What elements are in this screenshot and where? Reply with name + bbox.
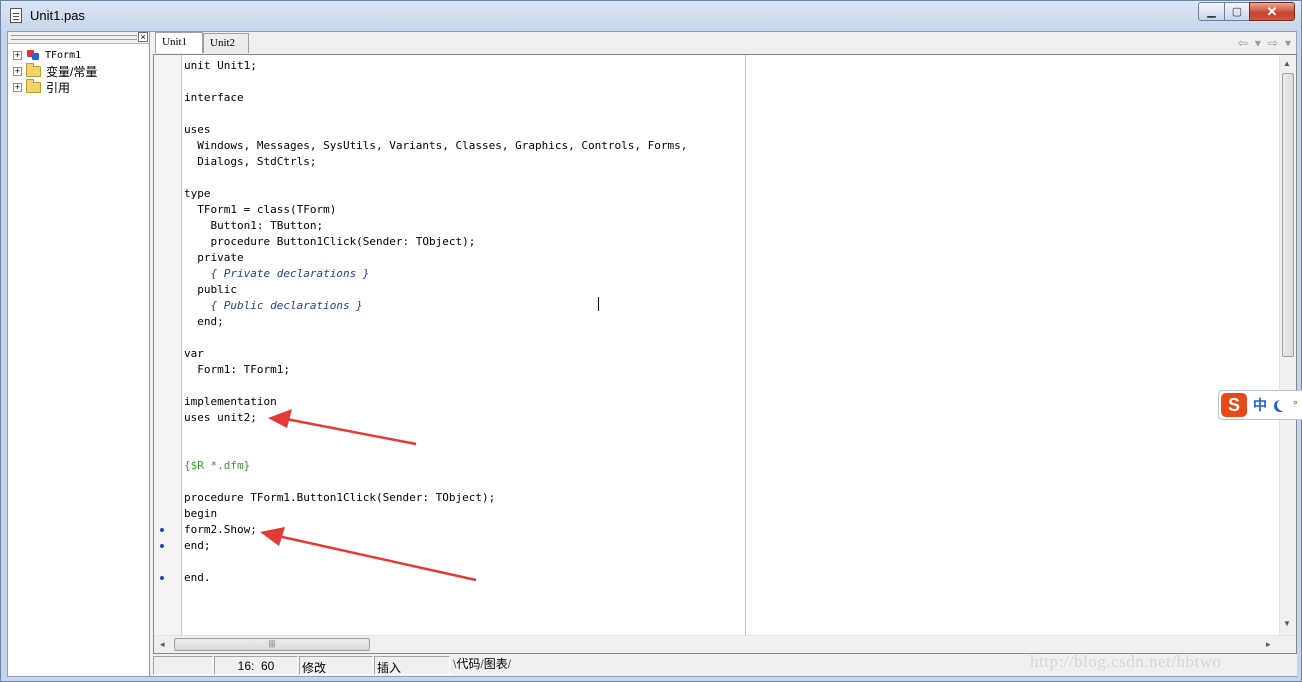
close-button[interactable]: ✕ (1249, 2, 1295, 21)
navigation-arrows: ⇦ ▾ ⇨ ▾ (1231, 36, 1291, 50)
scroll-up-icon[interactable]: ▲ (1283, 59, 1291, 68)
text-caret (598, 297, 599, 311)
code-line[interactable] (184, 106, 687, 122)
modified-indicator: 修改 (299, 656, 373, 675)
tab-diagram[interactable]: 图表 (484, 657, 508, 671)
code-line[interactable]: public (184, 282, 687, 298)
sogou-logo-icon[interactable]: S (1221, 393, 1247, 417)
tree-item-label: TForm1 (45, 49, 82, 61)
forward-dropdown-icon[interactable]: ▾ (1285, 36, 1291, 50)
scroll-right-icon[interactable]: ▸ (1266, 639, 1271, 650)
form-icon (26, 49, 40, 61)
tree-item-uses[interactable]: + 引用 (13, 78, 149, 95)
close-icon: ✕ (1266, 3, 1278, 19)
back-dropdown-icon[interactable]: ▾ (1255, 36, 1261, 50)
minimize-button[interactable]: ▁ (1198, 2, 1225, 21)
horizontal-scrollbar[interactable]: ◂ ||| ▸ (154, 635, 1296, 653)
explorer-header: × (8, 32, 149, 44)
code-line[interactable] (184, 170, 687, 186)
vertical-scroll-thumb[interactable] (1282, 73, 1294, 357)
ime-language[interactable]: 中 (1253, 395, 1267, 415)
code-line[interactable] (184, 442, 687, 458)
cursor-position: 16: 60 (214, 656, 298, 675)
expand-icon[interactable]: + (13, 66, 22, 76)
code-explorer: × + TForm1 + 变量/常量 + 引用 (8, 32, 150, 676)
code-line[interactable]: form2.Show; (184, 522, 687, 538)
back-arrow-icon[interactable]: ⇦ (1238, 36, 1248, 50)
executable-line-dot-icon[interactable] (160, 544, 164, 548)
editor-tabs: Unit1 Unit2 ⇦ ▾ ⇨ ▾ (153, 32, 1297, 54)
tree-item-label: 引用 (46, 80, 71, 95)
watermark: http://blog.csdn.net/hbtwo (1030, 652, 1222, 671)
code-line[interactable] (184, 74, 687, 90)
code-line[interactable] (184, 378, 687, 394)
punctuation-icon[interactable]: ° (1293, 398, 1298, 412)
horizontal-scroll-thumb[interactable]: ||| (174, 638, 370, 651)
document-icon (10, 8, 22, 23)
code-line[interactable]: Windows, Messages, SysUtils, Variants, C… (184, 138, 687, 154)
maximize-icon: ▢ (1231, 6, 1243, 18)
code-line[interactable] (184, 330, 687, 346)
code-line[interactable]: {$R *.dfm} (184, 458, 687, 474)
tab-unit1[interactable]: Unit1 (155, 32, 203, 53)
right-margin-line (745, 55, 746, 635)
code-line[interactable]: uses (184, 122, 687, 138)
code-text[interactable]: unit Unit1; interface uses Windows, Messag… (184, 58, 687, 586)
code-line[interactable]: end; (184, 314, 687, 330)
insert-mode-indicator: 插入 (374, 656, 450, 675)
maximize-button[interactable]: ▢ (1224, 2, 1250, 21)
code-line[interactable]: { Public declarations } (184, 298, 687, 314)
window-title: Unit1.pas (30, 8, 85, 23)
expand-icon[interactable]: + (13, 82, 22, 92)
client-area: × + TForm1 + 变量/常量 + 引用 Unit1 Unit2 ⇦ ▾ … (7, 31, 1297, 677)
code-line[interactable]: private (184, 250, 687, 266)
code-line[interactable]: end; (184, 538, 687, 554)
code-line[interactable]: Button1: TButton; (184, 218, 687, 234)
code-line[interactable]: implementation (184, 394, 687, 410)
tab-unit2[interactable]: Unit2 (203, 33, 249, 53)
executable-line-dot-icon[interactable] (160, 576, 164, 580)
folder-icon (26, 78, 41, 93)
forward-arrow-icon[interactable]: ⇨ (1268, 36, 1278, 50)
code-line[interactable]: TForm1 = class(TForm) (184, 202, 687, 218)
title-bar: Unit1.pas ▁ ▢ ✕ (1, 1, 1301, 31)
code-line[interactable]: type (184, 186, 687, 202)
ime-toolbar[interactable]: S 中 ° (1218, 390, 1302, 420)
code-line[interactable]: uses unit2; (184, 410, 687, 426)
ide-window: Unit1.pas ▁ ▢ ✕ × + TForm1 + 变量/常量 + 引用 … (0, 0, 1302, 682)
minimize-icon: ▁ (1207, 6, 1216, 18)
status-cell-empty (153, 656, 213, 675)
tab-code[interactable]: 代码 (456, 657, 480, 671)
half-width-moon-icon[interactable] (1277, 399, 1289, 411)
expand-icon[interactable]: + (13, 50, 22, 60)
code-line[interactable] (184, 426, 687, 442)
executable-line-dot-icon[interactable] (160, 528, 164, 532)
scroll-left-icon[interactable]: ◂ (160, 639, 165, 650)
code-line[interactable] (184, 474, 687, 490)
code-line[interactable]: procedure TForm1.Button1Click(Sender: TO… (184, 490, 687, 506)
tree-item-label: 变量/常量 (46, 64, 98, 79)
code-editor[interactable]: unit Unit1; interface uses Windows, Messag… (153, 54, 1297, 654)
code-line[interactable]: unit Unit1; (184, 58, 687, 74)
explorer-close-icon[interactable]: × (138, 32, 148, 42)
code-line[interactable]: end. (184, 570, 687, 586)
code-line[interactable]: var (184, 346, 687, 362)
tree-item-tform1[interactable]: + TForm1 (13, 47, 149, 63)
tree-item-variables[interactable]: + 变量/常量 (13, 62, 149, 79)
scroll-down-icon[interactable]: ▼ (1283, 619, 1291, 628)
code-line[interactable] (184, 554, 687, 570)
code-line[interactable]: begin (184, 506, 687, 522)
code-line[interactable]: { Private declarations } (184, 266, 687, 282)
window-controls: ▁ ▢ ✕ (1198, 2, 1295, 21)
editor-gutter[interactable] (154, 55, 182, 635)
code-line[interactable]: Dialogs, StdCtrls; (184, 154, 687, 170)
dock-grip[interactable] (11, 35, 137, 40)
vertical-scrollbar[interactable]: ▲ ▼ (1279, 55, 1296, 635)
code-line[interactable]: interface (184, 90, 687, 106)
code-line[interactable]: Form1: TForm1; (184, 362, 687, 378)
code-line[interactable]: procedure Button1Click(Sender: TObject); (184, 234, 687, 250)
folder-icon (26, 62, 41, 77)
sheet-tabs: \代码/图表/ (453, 657, 512, 671)
